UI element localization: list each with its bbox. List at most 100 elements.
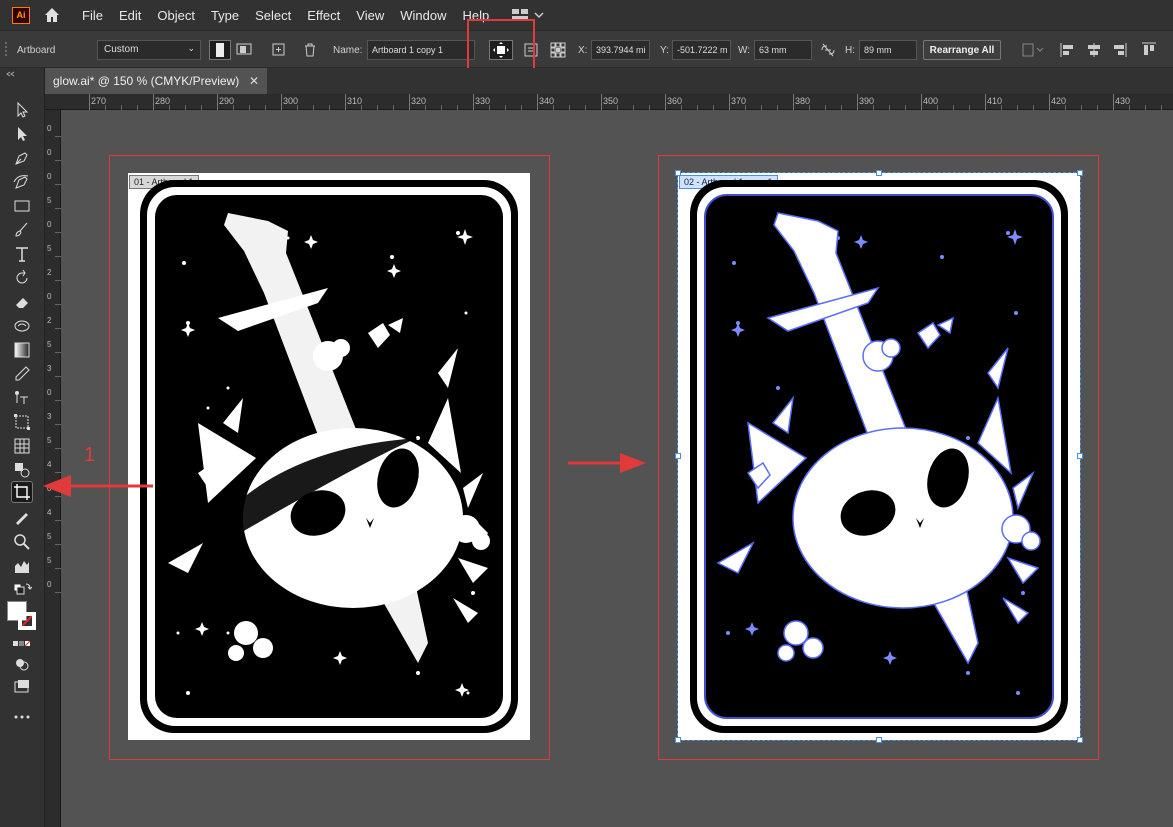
paintbrush-tool[interactable]: [11, 219, 33, 241]
w-label: W:: [738, 45, 751, 56]
trash-icon[interactable]: [301, 41, 319, 59]
y-input[interactable]: -501.7222 m: [672, 40, 731, 60]
resize-handle-top[interactable]: [876, 170, 882, 176]
shape-builder-tool[interactable]: [11, 459, 33, 481]
preset-select[interactable]: Custom ⌄: [97, 40, 201, 60]
artboard-name-input[interactable]: Artboard 1 copy 1: [367, 40, 475, 60]
artboard-2[interactable]: 02 - Artboard 1 copy 1: [675, 170, 1083, 743]
app-logo: Ai: [12, 6, 30, 24]
resize-handle-top-right[interactable]: [1077, 170, 1083, 176]
menu-window[interactable]: Window: [400, 8, 446, 23]
screen-mode-tool[interactable]: [11, 676, 33, 698]
new-artboard-icon[interactable]: [270, 41, 288, 59]
color-mode-buttons[interactable]: [11, 633, 33, 655]
menu-select[interactable]: Select: [255, 8, 291, 23]
graph-icon: [15, 561, 29, 573]
menu-items: File Edit Object Type Select Effect View…: [82, 8, 505, 23]
draw-mode-tool[interactable]: [11, 653, 33, 675]
right-arrow-annotation: [568, 453, 646, 473]
slice-tool[interactable]: [11, 507, 33, 529]
landscape-button[interactable]: [234, 40, 256, 60]
ruler-tick-label: 280: [155, 96, 171, 106]
pen-tool[interactable]: [11, 147, 33, 169]
ruler-vtick-label: 2: [47, 268, 52, 277]
eraser-tool[interactable]: [11, 291, 33, 313]
resize-handle-bottom[interactable]: [876, 737, 882, 743]
ruler-vtick-label: 2: [47, 316, 52, 325]
h-label: H:: [845, 45, 855, 56]
portrait-button[interactable]: [209, 40, 231, 60]
resize-handle-right[interactable]: [1077, 453, 1083, 459]
resize-handle-left[interactable]: [675, 453, 681, 459]
step-number-annotation: 1: [84, 444, 96, 466]
rotate-tool[interactable]: [11, 267, 33, 289]
vertical-ruler[interactable]: 00050520253035404550: [45, 110, 61, 827]
artboard-tool[interactable]: [11, 481, 33, 503]
eyedropper-tool[interactable]: [11, 363, 33, 385]
reference-point-icon[interactable]: [549, 41, 567, 59]
ruler-tick-label: 270: [91, 96, 107, 106]
type-tool[interactable]: [11, 243, 33, 265]
resize-handle-top-left[interactable]: [675, 170, 681, 176]
curvature-tool[interactable]: [11, 171, 33, 193]
menu-object[interactable]: Object: [157, 8, 195, 23]
free-transform-tool[interactable]: [11, 411, 33, 433]
x-input[interactable]: 393.7944 mi: [591, 40, 650, 60]
rearrange-all-button[interactable]: Rearrange All: [923, 40, 1001, 60]
align-right-icon[interactable]: [1110, 41, 1128, 59]
document-tab-bar: glow.ai* @ 150 % (CMYK/Preview) ✕: [0, 68, 1173, 94]
horizontal-ruler[interactable]: 270 280 290 300 310 320 330 340 350 360 370 380 390 4…: [45, 94, 1173, 110]
ruler-tick: [729, 94, 730, 110]
mesh-tool[interactable]: [11, 435, 33, 457]
stroke-swatch[interactable]: [18, 612, 36, 630]
align-left-icon[interactable]: [1059, 41, 1077, 59]
rectangle-tool[interactable]: [11, 195, 33, 217]
zoom-tool[interactable]: [11, 531, 33, 553]
direct-selection-tool[interactable]: [11, 123, 33, 145]
ruler-tick-label: 370: [731, 96, 747, 106]
mode-label: Artboard: [17, 45, 56, 56]
document-tab[interactable]: glow.ai* @ 150 % (CMYK/Preview) ✕: [45, 68, 267, 94]
menu-type[interactable]: Type: [211, 8, 239, 23]
ruler-vtick-label: 0: [47, 580, 52, 589]
warp-tool[interactable]: [11, 315, 33, 337]
ruler-tick-label: 420: [1051, 96, 1067, 106]
close-icon[interactable]: ✕: [249, 74, 259, 88]
menu-bar: Ai File Edit Object Type Select Effect V…: [0, 0, 1173, 30]
fill-stroke-swatches[interactable]: [7, 601, 39, 633]
puppet-warp-tool[interactable]: [11, 387, 33, 409]
panel-collapse-icon[interactable]: [6, 70, 40, 78]
name-label: Name:: [333, 45, 363, 56]
edit-toolbar-button[interactable]: [11, 706, 33, 728]
graph-tool[interactable]: [11, 555, 33, 577]
selection-tool[interactable]: [11, 99, 33, 121]
constrain-link-icon[interactable]: [819, 41, 837, 59]
menu-file[interactable]: File: [82, 8, 103, 23]
ruler-tick: [345, 94, 346, 110]
ruler-vtick-label: 0: [47, 172, 52, 181]
width-input[interactable]: 63 mm: [754, 40, 812, 60]
align-top-icon[interactable]: [1140, 41, 1158, 59]
artboard-1[interactable]: 01 - Artboard 1: [128, 173, 530, 740]
gradient-tool[interactable]: [11, 339, 33, 361]
align-to-icon[interactable]: [1020, 41, 1046, 59]
home-icon[interactable]: [42, 5, 62, 25]
ruler-tick-label: 340: [539, 96, 555, 106]
ruler-vtick-label: 5: [47, 244, 52, 253]
resize-handle-bottom-left[interactable]: [675, 737, 681, 743]
resize-handle-bottom-right[interactable]: [1077, 737, 1083, 743]
ruler-tick: [153, 94, 154, 110]
menu-effect[interactable]: Effect: [307, 8, 340, 23]
ruler-tick-label: 290: [219, 96, 235, 106]
eyedropper-icon: [15, 366, 30, 381]
canvas[interactable]: 01 - Artboard 1: [43, 110, 1173, 827]
ruler-vtick-label: 5: [47, 436, 52, 445]
menu-edit[interactable]: Edit: [119, 8, 141, 23]
align-center-icon[interactable]: [1085, 41, 1103, 59]
height-input[interactable]: 89 mm: [859, 40, 917, 60]
ruler-tick: [921, 94, 922, 110]
menu-view[interactable]: View: [356, 8, 384, 23]
ruler-vtick-label: 5: [47, 196, 52, 205]
panel-grip-icon[interactable]: [4, 39, 10, 61]
default-colors-button[interactable]: [11, 579, 33, 601]
